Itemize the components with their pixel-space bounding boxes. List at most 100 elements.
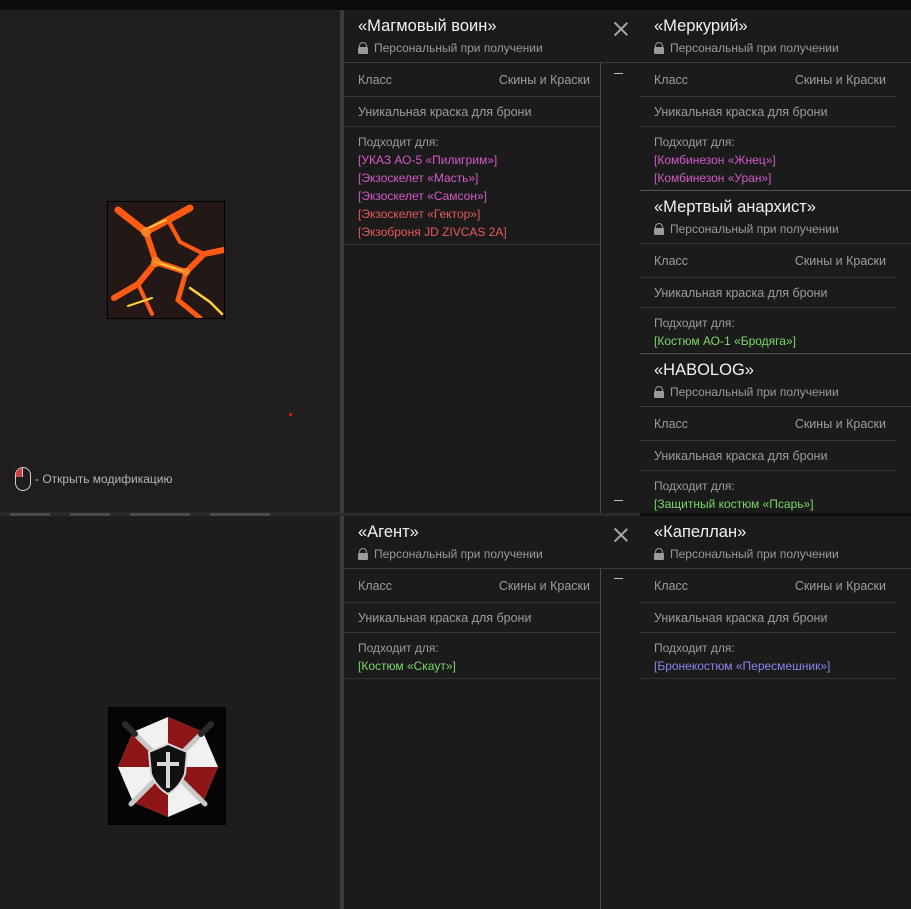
description-text: Уникальная краска для брони [654,105,828,119]
lock-icon [358,548,368,560]
card-magma-warrior: «Магмовый воин» Персональный при получен… [344,10,640,513]
close-icon[interactable] [614,528,628,542]
card-header: «Капеллан» Персональный при получении [640,516,911,569]
class-label: Класс [654,73,689,87]
card-title: «Мертвый анархист» [654,198,816,216]
class-row: Класс Скины и Краски [344,569,600,603]
fits-list: Подходит для: [Костюм АО-1 «Бродяга»] [654,314,796,350]
hint-text: - Открыть модификацию [35,472,173,486]
fits-item[interactable]: [Экзоскелет «Гектор»] [358,205,507,223]
card-header: «Мертвый анархист» Персональный при полу… [640,191,911,244]
class-label: Класс [654,579,689,593]
class-row: Класс Скины и Краски [640,569,896,603]
card-header: «HABOLOG» Персональный при получении [640,354,911,407]
binding-status-text: Персональный при получении [670,385,839,399]
lock-icon [654,548,664,560]
fits-item[interactable]: [Экзоскелет «Масть»] [358,169,507,187]
fits-item[interactable]: [Бронекостюм «Пересмешник»] [654,657,830,675]
card-title: «Меркурий» [654,17,748,35]
description-text: Уникальная краска для брони [358,611,532,625]
class-row: Класс Скины и Краски [640,407,896,441]
lock-icon [358,42,368,54]
fits-list: Подходит для: [Бронекостюм «Пересмешник»… [654,639,830,675]
fits-item[interactable]: [Экзоброня JD ZIVCAS 2A] [358,223,507,241]
card-header: «Агент» Персональный при получении [344,516,640,569]
fits-list: Подходит для: [Защитный костюм «Псарь»] [654,477,814,513]
magma-paint-thumbnail[interactable] [107,201,225,319]
class-label: Класс [654,254,689,268]
agent-emblem-thumbnail[interactable] [108,707,226,825]
scrollbar-track[interactable] [600,569,601,909]
card-habolog: «HABOLOG» Персональный при получении Кла… [640,353,911,513]
close-icon[interactable] [614,22,628,36]
fits-item[interactable]: [Костюм «Скаут»] [358,657,456,675]
scroll-up-marker[interactable] [614,73,623,74]
class-value: Скины и Краски [498,579,590,593]
description-text: Уникальная краска для брони [654,286,828,300]
class-row: Класс Скины и Краски [344,63,600,97]
fits-item[interactable]: [Костюм АО-1 «Бродяга»] [654,332,796,350]
fits-row: Подходит для: [Костюм «Скаут»] [344,633,600,679]
fits-list: Подходит для: [Костюм «Скаут»] [358,639,456,675]
scrollbar-track[interactable] [600,63,601,513]
class-label: Класс [654,417,689,431]
fits-list: Подходит для: [Комбинезон «Жнец»] [Комби… [654,133,776,187]
fits-item[interactable]: [Комбинезон «Уран»] [654,169,776,187]
fits-label: Подходит для: [358,135,439,149]
fits-label: Подходит для: [654,135,735,149]
scroll-down-marker[interactable] [614,500,623,501]
description-text: Уникальная краска для брони [654,611,828,625]
card-title: «HABOLOG» [654,361,754,379]
description-text: Уникальная краска для брони [358,105,532,119]
class-label: Класс [358,579,393,593]
marker-dot [289,413,292,416]
fits-label: Подходит для: [654,641,735,655]
fits-row: Подходит для: [Бронекостюм «Пересмешник»… [640,633,896,679]
binding-status-text: Персональный при получении [670,547,839,561]
class-row: Класс Скины и Краски [640,244,896,278]
open-mod-hint: - Открыть модификацию [15,467,173,491]
binding-status-text: Персональный при получении [670,222,839,236]
lock-icon [654,386,664,398]
card-chaplain: «Капеллан» Персональный при получении Кл… [640,516,911,909]
fits-item[interactable]: [УКАЗ АО-5 «Пилигрим»] [358,151,507,169]
lock-icon [654,223,664,235]
card-header: «Меркурий» Персональный при получении [640,10,911,63]
fits-item[interactable]: [Защитный костюм «Псарь»] [654,495,814,513]
fits-row: Подходит для: [УКАЗ АО-5 «Пилигрим»] [Эк… [344,127,600,245]
binding-status: Персональный при получении [654,41,839,55]
fits-item[interactable]: [Комбинезон «Жнец»] [654,151,776,169]
card-title: «Капеллан» [654,523,747,541]
binding-status: Персональный при получении [654,547,839,561]
fits-item[interactable]: [Экзоскелет «Самсон»] [358,187,507,205]
scroll-up-marker[interactable] [614,578,623,579]
binding-status: Персональный при получении [654,222,839,236]
class-label: Класс [358,73,393,87]
class-value: Скины и Краски [794,417,886,431]
fits-list: Подходит для: [УКАЗ АО-5 «Пилигрим»] [Эк… [358,133,507,241]
card-title: «Магмовый воин» [358,17,497,35]
fits-label: Подходит для: [358,641,439,655]
binding-status: Персональный при получении [358,41,543,55]
description-text: Уникальная краска для брони [654,449,828,463]
top-strip [0,0,911,10]
umbrella-emblem-image [109,708,225,824]
class-row: Класс Скины и Краски [640,63,896,97]
description-row: Уникальная краска для брони [640,603,896,633]
fits-label: Подходит для: [654,316,735,330]
binding-status: Персональный при получении [654,385,839,399]
magma-texture-image [108,202,224,318]
mouse-left-click-icon [15,467,31,491]
card-title: «Агент» [358,523,419,541]
description-row: Уникальная краска для брони [640,97,896,127]
description-row: Уникальная краска для брони [344,603,600,633]
card-agent: «Агент» Персональный при получении Класс… [344,516,640,909]
binding-status-text: Персональный при получении [670,41,839,55]
card-header: «Магмовый воин» Персональный при получен… [344,10,640,63]
description-row: Уникальная краска для брони [344,97,600,127]
card-dead-anarchist: «Мертвый анархист» Персональный при полу… [640,190,911,352]
class-value: Скины и Краски [794,73,886,87]
binding-status-text: Персональный при получении [374,41,543,55]
description-row: Уникальная краска для брони [640,441,896,471]
description-row: Уникальная краска для брони [640,278,896,308]
